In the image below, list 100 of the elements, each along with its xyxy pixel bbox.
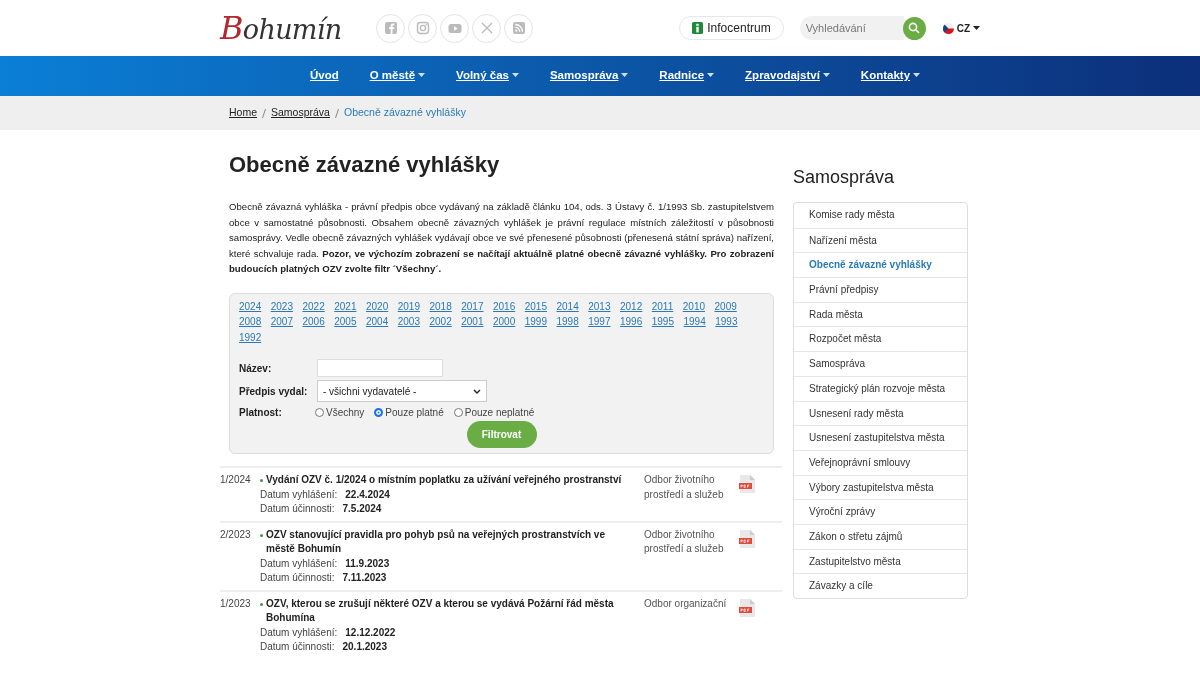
year-link[interactable]: 2021 (334, 298, 357, 314)
year-link[interactable]: 1994 (683, 314, 706, 330)
year-link[interactable]: 2007 (270, 314, 293, 330)
regulation-title[interactable]: OZV stanovující pravidla pro pohyb psů na veřejných prostranstvích ve městě Bohumín (266, 527, 634, 557)
breadcrumb-separator (262, 108, 266, 118)
year-link[interactable]: 2003 (397, 314, 420, 330)
year-link[interactable]: 1998 (556, 314, 579, 330)
bullet-icon (260, 602, 263, 606)
year-link[interactable]: 1999 (524, 314, 547, 330)
sidebar-link[interactable]: Právní předpisy (794, 277, 967, 302)
breadcrumb-link[interactable]: Obecně závazné vyhlášky (343, 105, 466, 121)
filter-button[interactable]: Filtrovat (466, 421, 537, 448)
radio-option[interactable]: Pouze platné (374, 405, 444, 420)
regulation-number: 1/2024 (220, 473, 252, 487)
year-link[interactable]: 2010 (682, 298, 705, 314)
breadcrumb-separator (334, 108, 339, 118)
year-link[interactable]: 2009 (714, 298, 737, 314)
sidebar-link[interactable]: Rada města (794, 301, 967, 327)
year-link[interactable]: 2008 (239, 314, 262, 330)
sidebar-link[interactable]: Komise rady města (794, 203, 967, 228)
year-link[interactable]: 2018 (429, 298, 452, 314)
nav-link[interactable]: Kontakty (860, 67, 921, 85)
sidebar-link[interactable]: Zákon o střetu zájmů (794, 523, 967, 549)
issuer-dropdown[interactable]: - všichni vydavatelé - (317, 380, 487, 402)
field-label: Název: (239, 361, 273, 376)
nav-link[interactable]: Zpravodajství (745, 67, 830, 85)
logo[interactable]: Bohumín (220, 4, 344, 52)
year-link[interactable]: 2024 (239, 298, 262, 314)
radio-option[interactable]: Pouze neplatné (453, 405, 535, 420)
radio-option[interactable]: Všechny (315, 405, 365, 420)
search-field[interactable]: Vyhledávání (799, 16, 904, 40)
year-link[interactable]: 2020 (366, 298, 389, 314)
year-link[interactable]: 2014 (556, 298, 579, 314)
regulation-title[interactable]: Vydání OZV č. 1/2024 o místním poplatku za užívání veřejného prostranství (266, 473, 622, 488)
name-input[interactable] (317, 359, 443, 377)
year-link[interactable]: 1993 (715, 314, 738, 330)
sidebar-link[interactable]: Rozpočet města (794, 326, 967, 352)
year-link[interactable]: 1996 (620, 314, 643, 330)
year-link[interactable]: 2015 (524, 298, 547, 314)
breadcrumb-link[interactable]: Home (229, 105, 257, 121)
language-selector[interactable]: CZ (942, 20, 980, 36)
year-link[interactable]: 2002 (429, 314, 452, 330)
nav-link[interactable]: Radnice (659, 67, 715, 85)
radio-button[interactable] (315, 408, 324, 417)
year-link[interactable]: 2019 (397, 298, 420, 314)
year-link[interactable]: 2011 (651, 298, 674, 314)
nav-link[interactable]: Samospráva (549, 67, 629, 85)
sidebar-link[interactable]: Nařízení města (794, 227, 967, 253)
nav-link[interactable]: O městě (369, 67, 426, 85)
breadcrumb-link[interactable]: Samospráva (271, 105, 330, 121)
date-label: Datum vyhlášení: (260, 625, 338, 640)
year-link[interactable]: 2005 (334, 314, 357, 330)
department-text: Odbor životního prostředí a služeb (644, 527, 725, 556)
department-text: Odbor životního prostředí a služeb (644, 473, 725, 502)
department-text: Odbor organizační (644, 596, 728, 611)
nav-link[interactable]: Volný čas (456, 67, 519, 85)
search-icon (908, 22, 921, 34)
caret-icon (973, 26, 980, 30)
sidebar-link[interactable]: Usnesení zastupitelstva města (794, 425, 967, 450)
pdf-file-icon[interactable] (739, 598, 755, 617)
year-link[interactable]: 1992 (239, 329, 262, 345)
pdf-file-icon[interactable] (739, 475, 755, 493)
search-button[interactable] (902, 16, 926, 40)
year-link[interactable]: 2012 (620, 298, 643, 314)
sidebar-link[interactable]: Obecně závazné vyhlášky (794, 252, 967, 278)
year-link[interactable]: 2023 (270, 298, 293, 314)
sidebar-link[interactable]: Strategický plán rozvoje města (794, 375, 967, 401)
sidebar-link[interactable]: Výbory zastupitelstva města (794, 474, 967, 500)
year-link[interactable]: 2013 (588, 298, 611, 314)
date-label: Datum vyhlášení: (260, 556, 338, 571)
date-value: 22.4.2024 (345, 487, 390, 502)
bullet-icon (260, 533, 263, 537)
sidebar-title: Samospráva (793, 166, 896, 189)
sidebar-link[interactable]: Zastupitelstvo města (794, 548, 967, 574)
nav-link[interactable]: Úvod (309, 67, 339, 85)
year-link[interactable]: 2006 (302, 314, 325, 330)
year-link[interactable]: 2017 (461, 298, 484, 314)
radio-button[interactable] (453, 408, 463, 417)
sidebar-link[interactable]: Závazky a cíle (794, 573, 967, 598)
date-value: 20.1.2023 (342, 640, 387, 654)
year-link[interactable]: 2000 (493, 314, 516, 330)
regulation-title[interactable]: OZV, kterou se zrušují některé OZV a kterou se vydává Požární řád města Bohumína (266, 596, 634, 626)
year-link[interactable]: 1995 (651, 314, 674, 330)
year-link[interactable]: 2004 (366, 314, 389, 330)
sidebar-link[interactable]: Výroční zprávy (794, 499, 967, 524)
date-value: 7.11.2023 (342, 571, 387, 585)
year-link[interactable]: 2001 (461, 314, 484, 330)
page-title: Obecně závazné vyhlášky (229, 151, 501, 179)
date-label: Datum vyhlášení: (260, 487, 338, 502)
pdf-file-icon[interactable] (739, 529, 755, 548)
date-value: 11.9.2023 (345, 556, 390, 571)
intro-paragraph: Obecně závazná vyhláška - právní předpis obce vydávaný na základě článku 104, ods. 3 Ústavy č. 1/1993 Sb. zastupitelstvem obce v samostatné působnosti. Obsahem obecně závazných vyhlášek je právní regulace místních záležitostí v působnosti samosprávy. Vedle obecně závazných vyhlášek vydávají obce ve své přenesené působnosti (přenesená státní správa) nařízení, které schvaluje rada. Pozor, ve výchozím zobrazení se načítají aktuálně platné obecně závazné vyhlášky. Pro zobrazení budoucích platných OZV zvolte filtr ´Všechny´. (229, 200, 774, 276)
sidebar-link[interactable]: Usnesení rady města (794, 400, 967, 426)
sidebar-link[interactable]: Samospráva (794, 351, 967, 376)
year-link[interactable]: 2016 (493, 298, 516, 314)
sidebar-link[interactable]: Veřejnoprávní smlouvy (794, 449, 967, 475)
chevron-icon (473, 388, 481, 394)
year-link[interactable]: 2022 (302, 298, 325, 314)
year-link[interactable]: 1997 (588, 314, 611, 330)
radio-button[interactable] (374, 408, 384, 417)
